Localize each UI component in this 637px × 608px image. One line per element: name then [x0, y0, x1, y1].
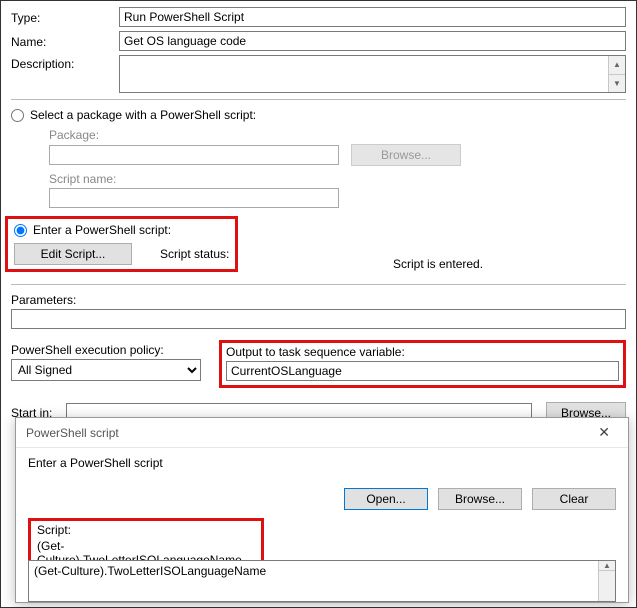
- enter-script-group: Enter a PowerShell script: Edit Script..…: [14, 223, 229, 265]
- execution-policy-label: PowerShell execution policy:: [11, 343, 201, 357]
- powershell-script-dialog: PowerShell script ✕ Enter a PowerShell s…: [15, 417, 629, 603]
- name-label: Name:: [11, 33, 119, 49]
- script-status-value: Script is entered.: [393, 257, 483, 271]
- policy-col: PowerShell execution policy: All Signed: [11, 343, 201, 381]
- dialog-titlebar: PowerShell script ✕: [16, 418, 628, 448]
- select-package-label: Select a package with a PowerShell scrip…: [30, 108, 256, 122]
- spinner-up-icon[interactable]: ▲: [599, 561, 615, 570]
- dialog-browse-button[interactable]: Browse...: [438, 488, 522, 510]
- close-icon[interactable]: ✕: [588, 422, 620, 443]
- enter-script-radio[interactable]: [14, 224, 27, 237]
- script-status-label: Script status:: [160, 247, 229, 261]
- output-variable-field[interactable]: [226, 361, 619, 381]
- select-package-radio-row: Select a package with a PowerShell scrip…: [11, 108, 626, 122]
- main-panel: Type: Name: Description: ▲ ▼ Select a pa…: [1, 1, 636, 424]
- select-package-radio[interactable]: [11, 109, 24, 122]
- enter-script-label: Enter a PowerShell script:: [33, 223, 171, 237]
- dialog-title: PowerShell script: [26, 426, 588, 440]
- package-label: Package:: [49, 128, 626, 142]
- description-spinner: ▲ ▼: [608, 56, 625, 92]
- open-button[interactable]: Open...: [344, 488, 428, 510]
- package-row: Browse...: [49, 144, 626, 166]
- script-controls: Edit Script... Script status:: [14, 243, 229, 265]
- enter-script-radio-row: Enter a PowerShell script:: [14, 223, 229, 237]
- description-field[interactable]: [120, 56, 608, 92]
- script-name-field: [49, 188, 339, 208]
- separator: [11, 99, 626, 100]
- edit-script-button[interactable]: Edit Script...: [14, 243, 132, 265]
- script-textarea-wrap: (Get-Culture).TwoLetterISOLanguageName ▲: [28, 560, 616, 602]
- script-label: Script:: [37, 523, 255, 537]
- package-group: Package: Browse... Script name:: [49, 128, 626, 208]
- parameters-group: Parameters:: [11, 293, 626, 329]
- scrollbar-track[interactable]: [599, 570, 615, 601]
- separator-2: [11, 284, 626, 285]
- type-label: Type:: [11, 9, 119, 25]
- policy-output-row: PowerShell execution policy: All Signed …: [11, 343, 626, 388]
- spinner-up-icon[interactable]: ▲: [609, 56, 625, 74]
- output-variable-highlight: Output to task sequence variable:: [219, 340, 626, 388]
- script-spinner: ▲: [598, 561, 615, 601]
- spinner-down-icon[interactable]: ▼: [609, 74, 625, 93]
- clear-button[interactable]: Clear: [532, 488, 616, 510]
- script-name-label: Script name:: [49, 172, 626, 186]
- output-variable-label: Output to task sequence variable:: [226, 345, 619, 359]
- script-textarea[interactable]: (Get-Culture).TwoLetterISOLanguageName: [29, 561, 598, 601]
- package-browse-button: Browse...: [351, 144, 461, 166]
- description-row: Description: ▲ ▼: [11, 55, 626, 93]
- description-wrap: ▲ ▼: [119, 55, 626, 93]
- package-field: [49, 145, 339, 165]
- dialog-instruction: Enter a PowerShell script: [28, 456, 616, 470]
- parameters-field[interactable]: [11, 309, 626, 329]
- enter-script-highlight: Enter a PowerShell script: Edit Script..…: [5, 216, 238, 272]
- script-name-row: [49, 188, 626, 208]
- dialog-body: Enter a PowerShell script Open... Browse…: [16, 448, 628, 602]
- parameters-label: Parameters:: [11, 293, 626, 307]
- description-label: Description:: [11, 55, 119, 71]
- type-field[interactable]: [119, 7, 626, 27]
- execution-policy-select[interactable]: All Signed: [11, 359, 201, 381]
- dialog-button-row: Open... Browse... Clear: [28, 488, 616, 510]
- type-row: Type:: [11, 7, 626, 27]
- output-col: Output to task sequence variable:: [219, 343, 626, 388]
- name-row: Name:: [11, 31, 626, 51]
- name-field[interactable]: [119, 31, 626, 51]
